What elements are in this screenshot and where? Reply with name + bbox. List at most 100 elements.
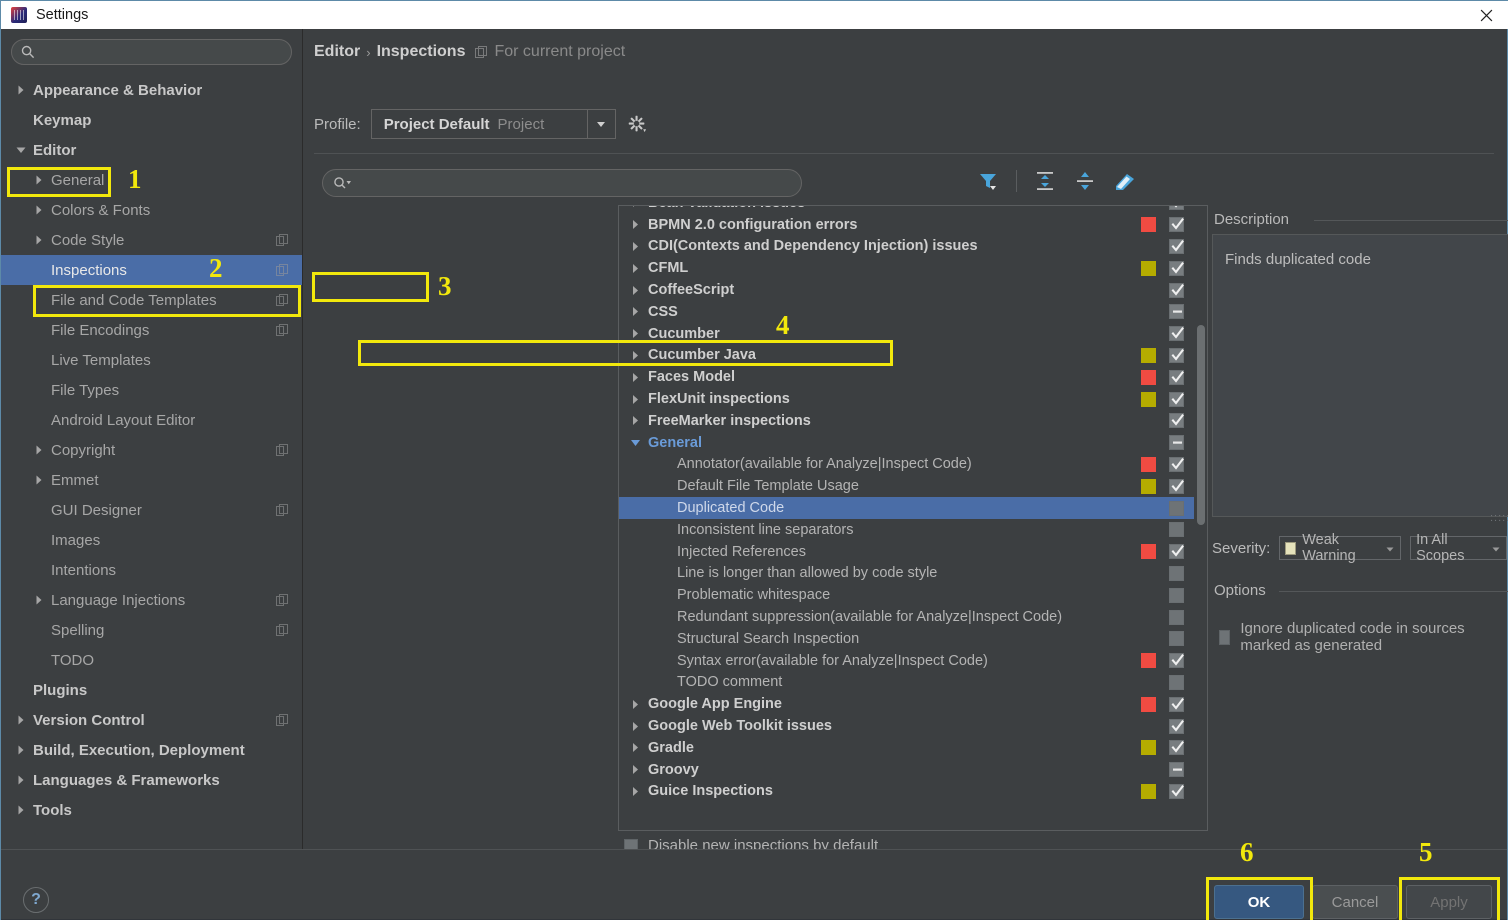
chevron-down-icon[interactable] xyxy=(1384,542,1396,554)
chevron-right-icon[interactable] xyxy=(630,306,641,317)
chevron-right-icon[interactable] xyxy=(15,714,27,726)
inspection-row[interactable]: Syntax error (available for Analyze|Insp… xyxy=(619,650,1194,672)
chevron-right-icon[interactable] xyxy=(630,786,641,797)
chevron-right-icon[interactable] xyxy=(630,372,641,383)
chevron-right-icon[interactable] xyxy=(630,285,641,296)
inspection-row[interactable]: Google Web Toolkit issues xyxy=(619,715,1194,737)
chevron-right-icon[interactable] xyxy=(15,744,27,756)
inspection-checkbox[interactable] xyxy=(1169,206,1184,211)
inspection-checkbox[interactable] xyxy=(1169,587,1184,603)
copy-icon[interactable] xyxy=(276,714,288,726)
sidebar-item-tools[interactable]: Tools xyxy=(1,795,302,825)
copy-icon[interactable] xyxy=(276,294,288,306)
copy-icon[interactable] xyxy=(276,234,288,246)
inspection-checkbox[interactable] xyxy=(1169,391,1184,407)
chevron-right-icon[interactable] xyxy=(630,394,641,405)
apply-button[interactable]: Apply xyxy=(1406,885,1492,919)
copy-icon[interactable] xyxy=(276,324,288,336)
copy-icon[interactable] xyxy=(276,504,288,516)
chevron-right-icon[interactable] xyxy=(630,350,641,361)
sidebar-item-languages-frameworks[interactable]: Languages & Frameworks xyxy=(1,765,302,795)
description-box[interactable]: Finds duplicated code xyxy=(1212,234,1508,517)
inspection-checkbox[interactable] xyxy=(1169,696,1184,712)
sidebar-item-todo[interactable]: TODO xyxy=(1,645,302,675)
inspection-checkbox[interactable] xyxy=(1169,217,1184,233)
inspection-checkbox[interactable] xyxy=(1169,304,1184,320)
inspection-row[interactable]: FlexUnit inspections xyxy=(619,388,1194,410)
inspection-row[interactable]: Cucumber Java xyxy=(619,345,1194,367)
sidebar-item-language-injections[interactable]: Language Injections xyxy=(1,585,302,615)
inspection-checkbox[interactable] xyxy=(1169,783,1184,799)
reset-brush-icon[interactable] xyxy=(1113,169,1137,193)
sidebar-item-file-encodings[interactable]: File Encodings xyxy=(1,315,302,345)
sidebar-item-version-control[interactable]: Version Control xyxy=(1,705,302,735)
ignore-generated-checkbox[interactable] xyxy=(1219,629,1231,645)
inspection-row[interactable]: CSS xyxy=(619,301,1194,323)
chevron-right-icon[interactable] xyxy=(15,84,27,96)
inspection-checkbox[interactable] xyxy=(1169,369,1184,385)
profile-combo[interactable]: Project Default Project xyxy=(370,109,616,139)
collapse-all-icon[interactable] xyxy=(1073,169,1097,193)
inspection-row[interactable]: FreeMarker inspections xyxy=(619,410,1194,432)
inspections-scrollbar[interactable] xyxy=(1196,207,1206,830)
chevron-right-icon[interactable] xyxy=(630,742,641,753)
help-icon[interactable]: ? xyxy=(23,887,49,913)
inspection-row[interactable]: Redundant suppression (available for Ana… xyxy=(619,606,1194,628)
sidebar-item-keymap[interactable]: Keymap xyxy=(1,105,302,135)
inspection-row[interactable]: CoffeeScript xyxy=(619,279,1194,301)
inspection-row[interactable]: Faces Model xyxy=(619,366,1194,388)
chevron-right-icon[interactable] xyxy=(630,219,641,230)
inspection-checkbox[interactable] xyxy=(1169,413,1184,429)
chevron-right-icon[interactable] xyxy=(630,263,641,274)
sidebar-item-copyright[interactable]: Copyright xyxy=(1,435,302,465)
sidebar-item-inspections[interactable]: Inspections xyxy=(1,255,302,285)
chevron-right-icon[interactable] xyxy=(630,415,641,426)
close-icon[interactable] xyxy=(1463,1,1508,29)
sidebar-item-editor[interactable]: Editor xyxy=(1,135,302,165)
inspection-row[interactable]: Line is longer than allowed by code styl… xyxy=(619,563,1194,585)
sidebar-item-file-and-code-templates[interactable]: File and Code Templates xyxy=(1,285,302,315)
severity-combo[interactable]: Weak Warning xyxy=(1279,532,1402,564)
sidebar-item-code-style[interactable]: Code Style xyxy=(1,225,302,255)
chevron-down-icon[interactable] xyxy=(15,144,27,156)
chevron-right-icon[interactable] xyxy=(15,804,27,816)
inspections-tree[interactable]: Bean Validation issues BPMN 2.0 configura… xyxy=(618,205,1208,831)
scrollbar-thumb[interactable] xyxy=(1197,325,1205,525)
inspection-checkbox[interactable] xyxy=(1169,762,1184,778)
ok-button[interactable]: OK xyxy=(1214,885,1304,919)
inspection-checkbox[interactable] xyxy=(1169,282,1184,298)
chevron-right-icon[interactable] xyxy=(630,721,641,732)
search-input[interactable] xyxy=(35,44,291,60)
inspection-checkbox[interactable] xyxy=(1169,260,1184,276)
inspection-row[interactable]: TODO comment xyxy=(619,672,1194,694)
inspection-row[interactable]: Default File Template Usage xyxy=(619,475,1194,497)
inspection-row[interactable]: CFML xyxy=(619,257,1194,279)
sidebar-item-colors-fonts[interactable]: Colors & Fonts xyxy=(1,195,302,225)
sidebar-item-appearance-behavior[interactable]: Appearance & Behavior xyxy=(1,75,302,105)
inspection-row[interactable]: Bean Validation issues xyxy=(619,206,1194,214)
resize-grip[interactable]: ::::: xyxy=(1490,513,1508,524)
chevron-right-icon[interactable] xyxy=(630,764,641,775)
chevron-down-icon[interactable] xyxy=(1490,542,1502,554)
inspection-checkbox[interactable] xyxy=(1169,456,1184,472)
copy-icon[interactable] xyxy=(276,594,288,606)
breadcrumb-root[interactable]: Editor xyxy=(314,43,360,61)
inspection-checkbox[interactable] xyxy=(1169,674,1184,690)
sidebar-item-plugins[interactable]: Plugins xyxy=(1,675,302,705)
sidebar-item-emmet[interactable]: Emmet xyxy=(1,465,302,495)
sidebar-item-android-layout-editor[interactable]: Android Layout Editor xyxy=(1,405,302,435)
inspection-search-input[interactable] xyxy=(353,175,801,191)
inspection-checkbox[interactable] xyxy=(1169,522,1184,538)
inspection-checkbox[interactable] xyxy=(1169,631,1184,647)
inspection-checkbox[interactable] xyxy=(1169,500,1184,516)
inspection-row[interactable]: Gradle xyxy=(619,737,1194,759)
chevron-right-icon[interactable] xyxy=(33,174,45,186)
inspection-checkbox[interactable] xyxy=(1169,238,1184,254)
inspection-row[interactable]: Problematic whitespace xyxy=(619,584,1194,606)
chevron-down-icon[interactable] xyxy=(586,110,615,138)
inspection-row[interactable]: Injected References xyxy=(619,541,1194,563)
expand-all-icon[interactable] xyxy=(1033,169,1057,193)
chevron-right-icon[interactable] xyxy=(630,699,641,710)
inspection-checkbox[interactable] xyxy=(1169,740,1184,756)
inspection-row[interactable]: Groovy xyxy=(619,759,1194,781)
